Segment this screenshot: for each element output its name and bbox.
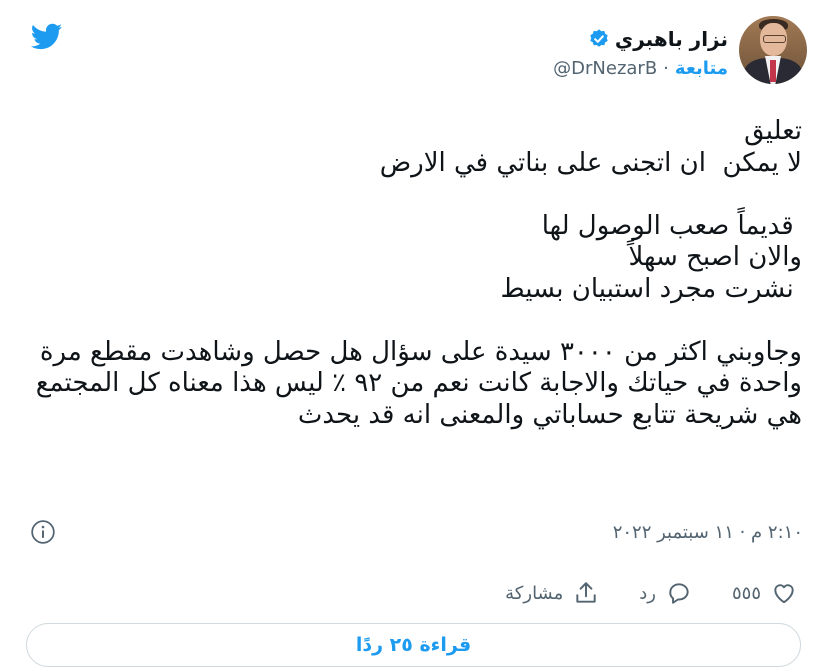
tweet-timestamp[interactable]: ٢:١٠ م · ١١ سبتمبر ٢٠٢٢ xyxy=(613,522,803,543)
speech-bubble-icon xyxy=(669,583,689,604)
read-replies-button[interactable]: قراءة ٢٥ ردًا xyxy=(26,623,801,667)
user-info: نزار باهبري متابعة · @DrNezarB xyxy=(553,27,728,81)
follow-link[interactable]: متابعة xyxy=(675,57,728,81)
tweet-text: تعليق لا يمكن ان اتجنى على بناتي في الار… xyxy=(35,116,802,430)
share-label: مشاركة xyxy=(505,582,564,604)
display-name[interactable]: نزار باهبري xyxy=(615,27,728,51)
heart-icon xyxy=(774,584,794,604)
user-handle[interactable]: @DrNezarB xyxy=(553,57,657,81)
twitter-bird-icon[interactable] xyxy=(27,20,65,53)
verified-badge-icon xyxy=(590,29,608,47)
like-button[interactable]: ٥٥٥ xyxy=(732,580,797,606)
reply-label: رد xyxy=(639,582,656,604)
share-upload-icon xyxy=(576,582,596,603)
reply-button[interactable]: رد xyxy=(639,580,692,606)
avatar[interactable] xyxy=(739,16,807,84)
separator-dot: · xyxy=(663,58,669,79)
like-count: ٥٥٥ xyxy=(731,582,761,604)
share-button[interactable]: مشاركة xyxy=(505,580,599,606)
info-icon[interactable] xyxy=(30,519,56,545)
tweet-header: نزار باهبري متابعة · @DrNezarB xyxy=(553,16,807,84)
tweet-actions: ٥٥٥ رد مشاركة xyxy=(505,580,797,606)
